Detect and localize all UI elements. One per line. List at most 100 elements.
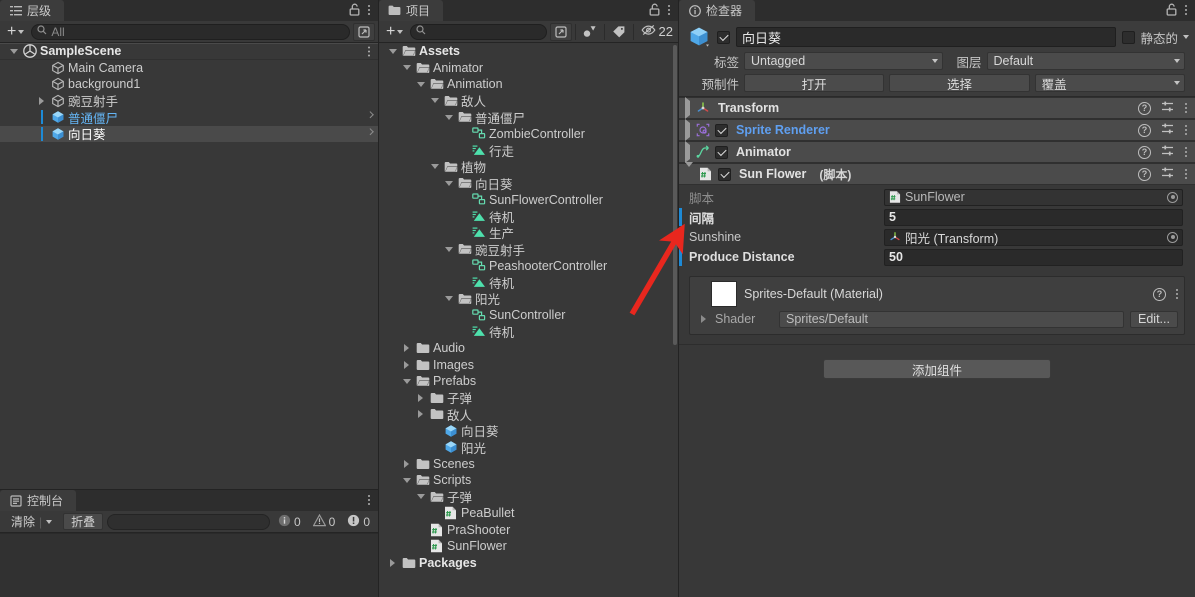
hierarchy-expand-toggle[interactable] <box>8 48 19 54</box>
project-search-mode-button[interactable] <box>549 22 572 41</box>
project-scrollbar[interactable] <box>672 43 678 597</box>
project-expand-toggle[interactable] <box>443 114 454 120</box>
project-expand-toggle[interactable] <box>429 164 440 170</box>
help-icon[interactable]: ? <box>1138 167 1151 181</box>
project-row[interactable]: Images <box>379 357 678 374</box>
static-checkbox[interactable] <box>1122 30 1136 44</box>
component-enabled-checkbox[interactable] <box>715 123 728 137</box>
prefab-open-button[interactable]: 打开 <box>744 74 885 92</box>
kebab-menu-icon[interactable] <box>1184 124 1187 137</box>
project-expand-toggle[interactable] <box>415 393 426 402</box>
chevron-right-icon[interactable] <box>366 127 374 136</box>
property-value-field[interactable]: 50 <box>884 248 1183 266</box>
project-row[interactable]: 植物 <box>379 159 678 175</box>
hierarchy-row[interactable]: 豌豆射手 <box>0 93 378 109</box>
project-search-input[interactable] <box>410 23 547 40</box>
project-row[interactable]: SunController <box>379 307 678 324</box>
property-value-field[interactable]: 5 <box>884 208 1183 226</box>
project-row[interactable]: 生产 <box>379 225 678 241</box>
project-row[interactable]: Animator <box>379 60 678 77</box>
material-color-swatch[interactable] <box>711 281 737 307</box>
project-row[interactable]: Animation <box>379 76 678 93</box>
project-expand-toggle[interactable] <box>429 98 440 104</box>
gameobject-enabled-checkbox[interactable] <box>717 30 730 44</box>
tab-inspector[interactable]: 检查器 <box>679 0 756 21</box>
layer-dropdown[interactable]: Default <box>986 52 1185 70</box>
kebab-menu-icon[interactable] <box>1184 168 1187 181</box>
project-expand-toggle[interactable] <box>401 378 412 384</box>
project-row[interactable]: Audio <box>379 340 678 357</box>
project-expand-toggle[interactable] <box>443 246 454 252</box>
help-icon[interactable]: ? <box>1138 123 1151 137</box>
kebab-menu-icon[interactable] <box>1184 3 1187 16</box>
project-row[interactable]: PraShooter <box>379 522 678 539</box>
project-row[interactable]: 阳光 <box>379 291 678 307</box>
console-clear-button[interactable]: 清除 | <box>4 513 59 530</box>
project-row[interactable]: PeashooterController <box>379 258 678 275</box>
component-enabled-checkbox[interactable] <box>718 167 731 181</box>
create-asset-button[interactable]: + <box>382 23 407 41</box>
project-row[interactable]: SunFlower <box>379 538 678 555</box>
project-expand-toggle[interactable] <box>401 477 412 483</box>
project-row[interactable]: Scenes <box>379 456 678 473</box>
component-header[interactable]: Animator? <box>679 141 1195 163</box>
help-icon[interactable]: ? <box>1153 287 1166 301</box>
component-header[interactable]: Sprite Renderer? <box>679 119 1195 141</box>
component-expand-toggle[interactable] <box>685 119 690 141</box>
component-settings-icon[interactable] <box>1161 166 1174 182</box>
project-row[interactable]: Scripts <box>379 472 678 489</box>
console-info-count[interactable]: 0 <box>274 513 305 530</box>
create-object-button[interactable]: + <box>3 23 28 41</box>
kebab-menu-icon[interactable] <box>1184 102 1187 115</box>
hierarchy-row[interactable]: 普通僵尸 <box>0 109 378 126</box>
hierarchy-tree[interactable]: SampleScene Main Camera background1 豌豆射手 普通僵… <box>0 43 378 489</box>
project-expand-toggle[interactable] <box>387 48 398 54</box>
add-component-button[interactable]: 添加组件 <box>823 359 1051 379</box>
lock-icon[interactable] <box>649 3 660 16</box>
tab-hierarchy[interactable]: 层级 <box>0 0 65 21</box>
project-row[interactable]: Packages <box>379 555 678 572</box>
project-row[interactable]: 行走 <box>379 142 678 159</box>
project-row[interactable]: 子弹 <box>379 390 678 406</box>
prefab-select-button[interactable]: 选择 <box>889 74 1030 92</box>
project-row[interactable]: ZombieController <box>379 126 678 143</box>
project-row[interactable]: 待机 <box>379 274 678 291</box>
chevron-right-icon[interactable] <box>366 111 374 119</box>
component-header[interactable]: Sun Flower (脚本)? <box>679 162 1195 185</box>
project-expand-toggle[interactable] <box>415 81 426 87</box>
component-header[interactable]: Transform? <box>679 97 1195 119</box>
chevron-down-icon[interactable] <box>1183 35 1189 39</box>
project-expand-toggle[interactable] <box>415 410 426 419</box>
kebab-menu-icon[interactable] <box>667 3 670 16</box>
kebab-menu-icon[interactable] <box>367 45 370 58</box>
component-enabled-checkbox[interactable] <box>715 145 728 159</box>
hidden-assets-counter[interactable]: 22 <box>637 23 675 41</box>
prefab-overrides-dropdown[interactable]: 覆盖 <box>1034 74 1185 92</box>
project-row[interactable]: 待机 <box>379 208 678 225</box>
project-row[interactable]: 敌人 <box>379 406 678 423</box>
console-warning-count[interactable]: 0 <box>309 513 340 530</box>
shader-dropdown[interactable]: Sprites/Default <box>779 310 1124 328</box>
hierarchy-row[interactable]: background1 <box>0 76 378 93</box>
project-expand-toggle[interactable] <box>401 360 412 369</box>
component-expand-toggle[interactable] <box>685 141 690 163</box>
hierarchy-search-mode-button[interactable] <box>353 22 375 41</box>
tab-project[interactable]: 项目 <box>379 0 444 21</box>
project-row[interactable]: 普通僵尸 <box>379 109 678 126</box>
project-row[interactable]: SunFlowerController <box>379 192 678 209</box>
property-value-field[interactable]: SunFlower <box>884 188 1183 206</box>
tag-dropdown[interactable]: Untagged <box>744 52 943 70</box>
project-row[interactable]: 子弹 <box>379 489 678 505</box>
component-settings-icon[interactable] <box>1161 144 1174 160</box>
object-picker-icon[interactable] <box>1167 191 1178 203</box>
project-row[interactable]: 豌豆射手 <box>379 241 678 258</box>
project-expand-toggle[interactable] <box>387 558 398 567</box>
project-expand-toggle[interactable] <box>443 180 454 186</box>
hierarchy-row[interactable]: SampleScene <box>0 43 378 60</box>
label-filter-icon[interactable] <box>608 23 630 41</box>
project-row[interactable]: PeaBullet <box>379 505 678 522</box>
hierarchy-row[interactable]: 向日葵 <box>0 125 378 142</box>
property-value-field[interactable]: 阳光 (Transform) <box>884 228 1183 246</box>
project-row[interactable]: Assets <box>379 43 678 60</box>
console-error-count[interactable]: 0 <box>343 513 374 530</box>
